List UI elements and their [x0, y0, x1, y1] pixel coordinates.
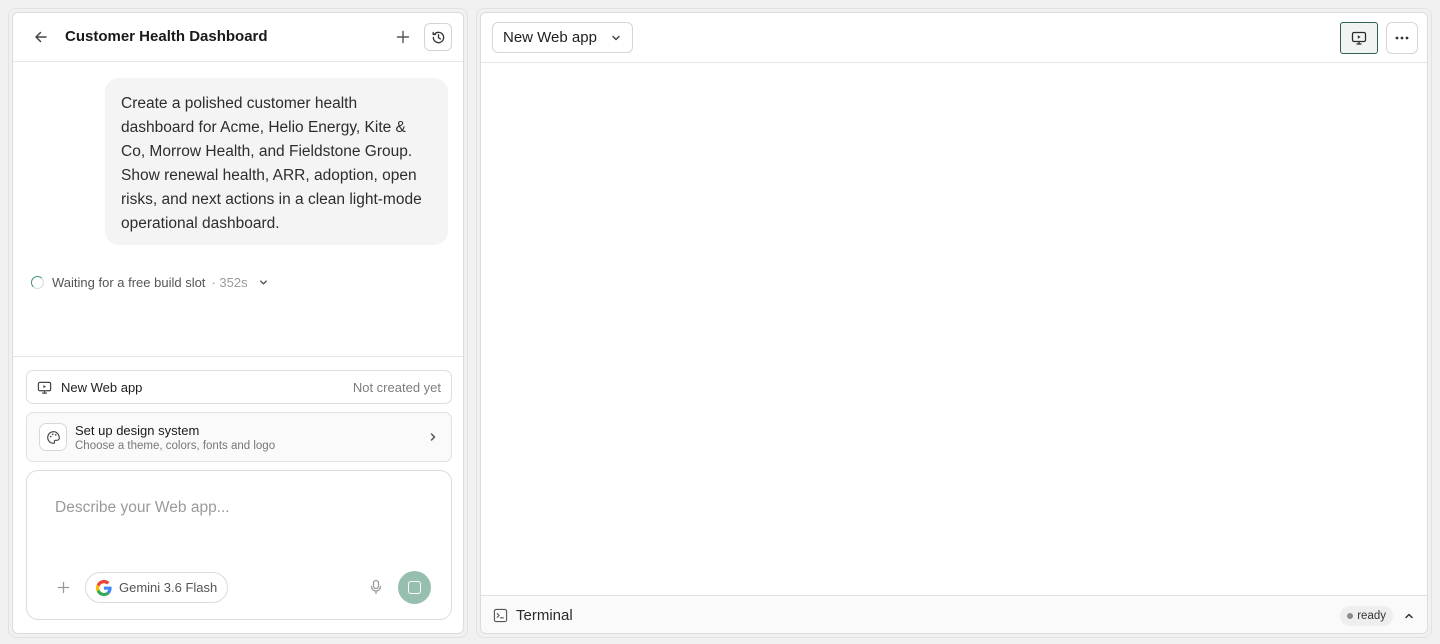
terminal-status: ready — [1357, 609, 1386, 622]
design-system-text: Set up design system Choose a theme, col… — [75, 423, 275, 452]
stop-button[interactable] — [398, 571, 431, 604]
preview-header: New Web app — [481, 13, 1427, 63]
user-message: Create a polished customer health dashbo… — [105, 78, 448, 245]
status-text: Waiting for a free build slot — [52, 274, 206, 290]
app-selector-label: New Web app — [503, 29, 597, 46]
chevron-down-icon — [610, 32, 622, 44]
web-app-label: New Web app — [61, 379, 143, 395]
ellipsis-icon — [1395, 36, 1409, 40]
web-app-state: Not created yet — [352, 379, 441, 395]
chevron-down-icon — [259, 279, 267, 285]
model-selector[interactable]: Gemini 3.6 Flash — [85, 572, 229, 603]
history-button[interactable] — [424, 23, 452, 51]
monitor-icon — [1351, 31, 1367, 45]
chevron-up-icon — [1405, 613, 1413, 618]
status-dot — [1347, 612, 1354, 619]
design-system-title: Set up design system — [75, 422, 200, 438]
chevron-right-icon — [427, 431, 439, 443]
spinner-icon — [31, 275, 44, 289]
status-badge: ready — [1340, 605, 1393, 626]
monitor-icon — [37, 381, 52, 394]
chat-title: Customer Health Dashboard — [65, 28, 268, 45]
prompt-input[interactable]: Describe your Web app... — [55, 499, 230, 517]
chat-header: Customer Health Dashboard — [13, 13, 463, 62]
terminal-expand-button[interactable] — [1403, 610, 1415, 622]
history-icon — [432, 31, 444, 43]
preview-canvas[interactable] — [481, 63, 1427, 595]
prompt-composer: Describe your Web app... Gemini 3.6 Flas… — [26, 470, 452, 620]
status-time: · 352s — [211, 274, 248, 290]
stop-icon — [408, 581, 421, 594]
model-name: Gemini 3.6 Flash — [119, 580, 218, 595]
terminal-label: Terminal — [516, 607, 573, 624]
chat-panel: Customer Health Dashboard Create a polis… — [12, 12, 464, 634]
preview-panel: New Web app Terminal ready — [480, 12, 1428, 634]
new-chat-button[interactable] — [391, 25, 415, 49]
preview-toggle-button[interactable] — [1340, 22, 1378, 54]
build-status: Waiting for a free build slot · 352s — [31, 273, 269, 291]
palette-icon — [46, 430, 60, 444]
google-icon — [96, 579, 112, 596]
web-app-status-row[interactable]: New Web app Not created yet — [26, 370, 452, 404]
status-expand-toggle[interactable] — [258, 277, 269, 288]
palette-icon-box — [39, 423, 67, 451]
design-system-subtitle: Choose a theme, colors, fonts and logo — [75, 439, 276, 452]
back-button[interactable] — [29, 25, 53, 49]
arrow-left-icon — [35, 31, 47, 43]
attach-button[interactable] — [51, 575, 75, 599]
terminal-bar[interactable]: Terminal ready — [481, 595, 1427, 633]
plus-icon — [57, 581, 69, 593]
microphone-icon — [370, 579, 382, 595]
app-selector[interactable]: New Web app — [492, 22, 633, 53]
microphone-button[interactable] — [364, 575, 388, 599]
terminal-icon — [493, 608, 508, 623]
divider — [13, 356, 463, 357]
more-options-button[interactable] — [1386, 22, 1418, 54]
design-system-button[interactable]: Set up design system Choose a theme, col… — [26, 412, 452, 462]
plus-icon — [396, 30, 410, 44]
